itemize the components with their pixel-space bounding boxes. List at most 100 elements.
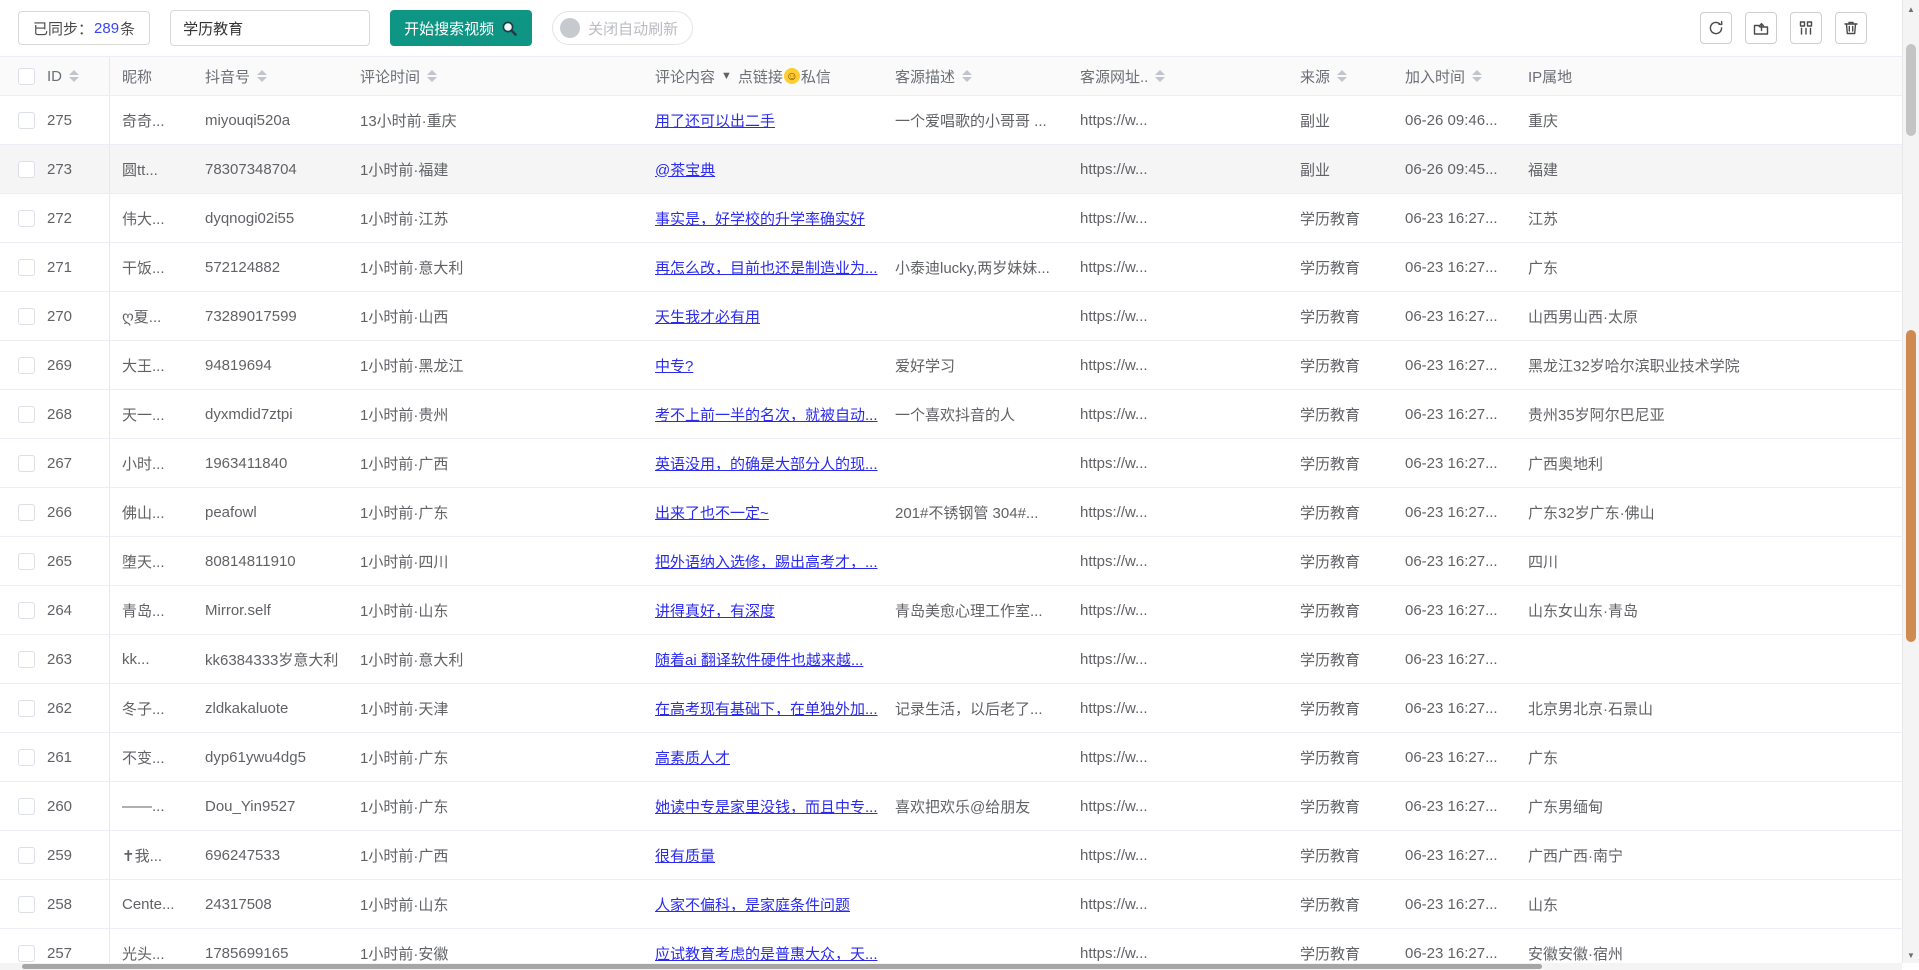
table-row: 269大王...948196941小时前·黑龙江中专?爱好学习https://w… <box>0 341 1919 390</box>
cell-source: 学历教育 <box>1300 502 1405 523</box>
header-join-time[interactable]: 加入时间 <box>1405 66 1528 87</box>
scroll-up-icon[interactable]: ▲ <box>1903 5 1919 14</box>
scroll-down-icon[interactable]: ▼ <box>1903 951 1919 960</box>
scrollbar-thumb[interactable] <box>1906 330 1916 642</box>
cell-source-url: https://w... <box>1080 798 1300 815</box>
sort-source-icon[interactable] <box>1337 70 1347 82</box>
cell-comment-content: 随着ai 翻译软件硬件也越来越... <box>655 649 895 670</box>
row-checkbox[interactable] <box>18 357 35 374</box>
cell-source: 学历教育 <box>1300 698 1405 719</box>
cell-ip-region: 黑龙江32岁哈尔滨职业技术学院 <box>1528 355 1919 376</box>
cell-nickname: Cente... <box>110 896 205 913</box>
cell-source-url: https://w... <box>1080 406 1300 423</box>
cell-source-url: https://w... <box>1080 504 1300 521</box>
sort-join-time-icon[interactable] <box>1472 70 1482 82</box>
sync-count-badge: 已同步：289条 <box>18 11 150 45</box>
cell-ip-region: 山东女山东·青岛 <box>1528 600 1919 621</box>
sort-source-url-icon[interactable] <box>1155 70 1165 82</box>
comment-link[interactable]: 讲得真好，有深度 <box>655 603 775 620</box>
select-all-checkbox[interactable] <box>18 68 35 85</box>
trash-icon <box>1842 19 1860 37</box>
cell-join-time: 06-23 16:27... <box>1405 259 1528 276</box>
comment-link[interactable]: 中专? <box>655 358 693 375</box>
comment-link[interactable]: 把外语纳入选修，踢出高考才，... <box>655 554 878 571</box>
header-douyin-id[interactable]: 抖音号 <box>205 66 360 87</box>
scrollbar-thumb-top[interactable] <box>1906 44 1916 136</box>
vertical-scrollbar[interactable]: ▲ ▼ <box>1902 0 1919 963</box>
header-comment-time[interactable]: 评论时间 <box>360 66 655 87</box>
cell-id: 261 <box>47 733 110 781</box>
comment-link[interactable]: 在高考现有基础下，在单独外加... <box>655 701 878 718</box>
row-checkbox[interactable] <box>18 847 35 864</box>
row-checkbox[interactable] <box>18 896 35 913</box>
filter-icon[interactable]: ▼ <box>721 70 732 82</box>
row-checkbox[interactable] <box>18 945 35 962</box>
comment-link[interactable]: 高素质人才 <box>655 750 730 767</box>
row-checkbox[interactable] <box>18 455 35 472</box>
auto-refresh-toggle[interactable]: 关闭自动刷新 <box>552 11 693 45</box>
cell-comment-time: 1小时前·意大利 <box>360 649 655 670</box>
header-source-desc[interactable]: 客源描述 <box>895 66 1080 87</box>
horizontal-scrollbar[interactable] <box>0 963 1902 970</box>
sort-douyin-icon[interactable] <box>257 70 267 82</box>
search-keyword-input[interactable] <box>170 10 370 46</box>
cell-comment-time: 1小时前·黑龙江 <box>360 355 655 376</box>
row-checkbox[interactable] <box>18 406 35 423</box>
row-checkbox[interactable] <box>18 553 35 570</box>
comment-link[interactable]: 出来了也不一定~ <box>655 505 769 522</box>
cell-join-time: 06-23 16:27... <box>1405 553 1528 570</box>
column-settings-button[interactable] <box>1790 12 1822 44</box>
comment-link[interactable]: 天生我才必有用 <box>655 309 760 326</box>
cell-join-time: 06-23 16:27... <box>1405 210 1528 227</box>
comment-link[interactable]: 用了还可以出二手 <box>655 113 775 130</box>
comment-link[interactable]: 随着ai 翻译软件硬件也越来越... <box>655 652 863 669</box>
table-row: 261不变...dyp61ywu4dg51小时前·广东高素质人才https://… <box>0 733 1919 782</box>
row-checkbox[interactable] <box>18 749 35 766</box>
cell-douyin-id: 572124882 <box>205 259 360 276</box>
row-checkbox[interactable] <box>18 651 35 668</box>
header-source-url[interactable]: 客源网址.. <box>1080 66 1300 87</box>
cell-douyin-id: dyqnogi02i55 <box>205 210 360 227</box>
refresh-button[interactable] <box>1700 12 1732 44</box>
comment-link[interactable]: 很有质量 <box>655 848 715 865</box>
cell-comment-time: 1小时前·山西 <box>360 306 655 327</box>
horizontal-scrollbar-thumb[interactable] <box>22 964 1542 969</box>
comment-link[interactable]: 考不上前一半的名次，就被自动... <box>655 407 878 424</box>
comment-link[interactable]: 人家不偏科，是家庭条件问题 <box>655 897 850 914</box>
row-checkbox[interactable] <box>18 210 35 227</box>
cell-source: 副业 <box>1300 159 1405 180</box>
start-search-video-button[interactable]: 开始搜索视频 <box>390 10 532 46</box>
row-checkbox[interactable] <box>18 161 35 178</box>
comment-link[interactable]: 应试教育考虑的是普惠大众，天... <box>655 946 878 963</box>
cell-id: 266 <box>47 488 110 536</box>
row-checkbox[interactable] <box>18 112 35 129</box>
cell-id: 270 <box>47 292 110 340</box>
header-id[interactable]: ID <box>47 57 110 95</box>
comment-link[interactable]: 她读中专是家里没钱，而且中专... <box>655 799 878 816</box>
row-checkbox[interactable] <box>18 308 35 325</box>
cell-id: 263 <box>47 635 110 683</box>
cell-comment-content: @茶宝典 <box>655 159 895 180</box>
cell-douyin-id: 78307348704 <box>205 161 360 178</box>
cell-ip-region: 广东 <box>1528 747 1919 768</box>
cell-source: 学历教育 <box>1300 306 1405 327</box>
cell-source: 学历教育 <box>1300 551 1405 572</box>
row-checkbox[interactable] <box>18 700 35 717</box>
sort-id-icon[interactable] <box>69 70 79 82</box>
header-source[interactable]: 来源 <box>1300 66 1405 87</box>
row-checkbox[interactable] <box>18 602 35 619</box>
comment-link[interactable]: 再怎么改，目前也还是制造业为... <box>655 260 878 277</box>
delete-button[interactable] <box>1835 12 1867 44</box>
row-checkbox[interactable] <box>18 798 35 815</box>
row-checkbox[interactable] <box>18 259 35 276</box>
table-row: 272伟大...dyqnogi02i551小时前·江苏事实是，好学校的升学率确实… <box>0 194 1919 243</box>
sort-comment-time-icon[interactable] <box>427 70 437 82</box>
cell-join-time: 06-26 09:45... <box>1405 161 1528 178</box>
comment-link[interactable]: 英语没用，的确是大部分人的现... <box>655 456 878 473</box>
comment-link[interactable]: 事实是，好学校的升学率确实好 <box>655 211 865 228</box>
export-button[interactable] <box>1745 12 1777 44</box>
cell-comment-time: 1小时前·贵州 <box>360 404 655 425</box>
row-checkbox[interactable] <box>18 504 35 521</box>
comment-link[interactable]: @茶宝典 <box>655 162 715 179</box>
sort-source-desc-icon[interactable] <box>962 70 972 82</box>
